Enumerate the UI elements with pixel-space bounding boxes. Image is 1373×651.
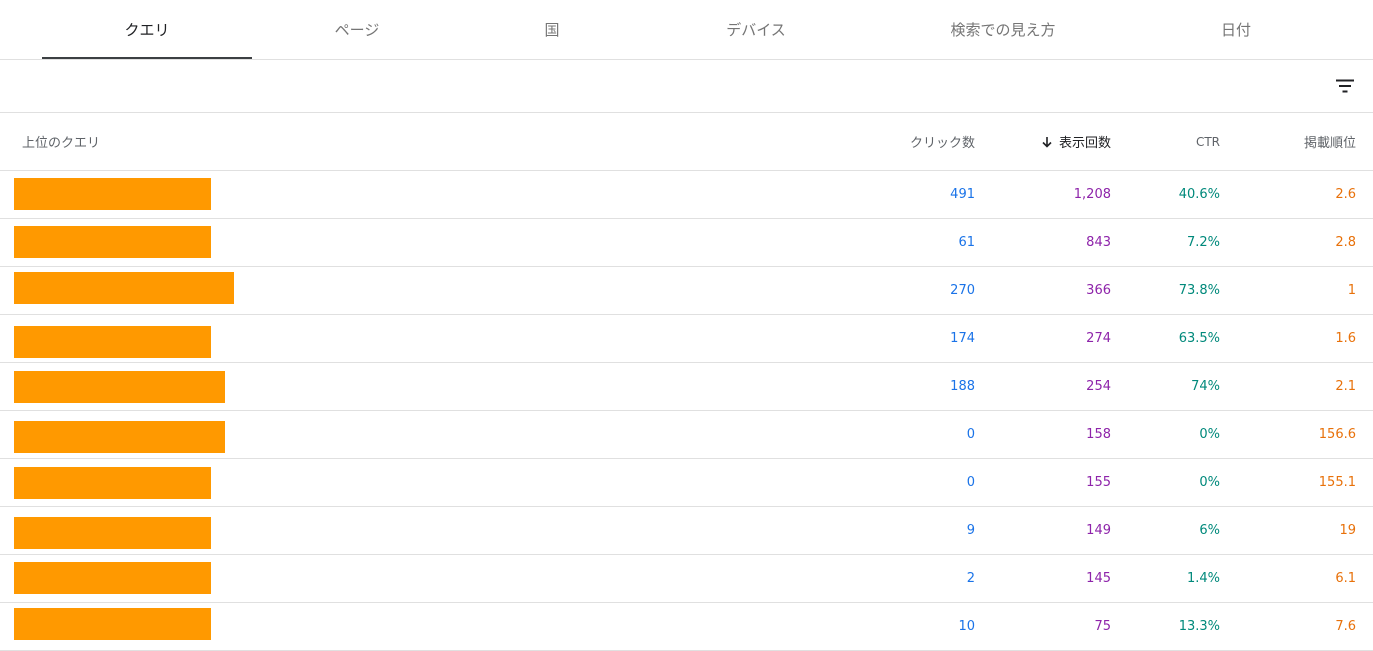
ctr-cell: 0% xyxy=(1199,427,1220,442)
ctr-cell: 0% xyxy=(1199,475,1220,490)
clicks-cell: 270 xyxy=(950,283,975,298)
position-cell: 2.1 xyxy=(1335,379,1356,394)
position-cell: 1.6 xyxy=(1335,331,1356,346)
table-row[interactable]: 270 366 73.8% 1 xyxy=(0,267,1373,315)
header-impressions[interactable]: 表示回数 xyxy=(990,113,1111,170)
position-cell: 1 xyxy=(1347,283,1356,298)
redacted-query-text xyxy=(14,371,225,403)
impressions-cell: 149 xyxy=(1086,523,1111,538)
position-cell: 2.6 xyxy=(1335,187,1356,202)
tab-date[interactable]: 日付 xyxy=(1131,0,1341,59)
ctr-cell: 40.6% xyxy=(1178,187,1220,202)
redacted-query-text xyxy=(14,272,234,304)
impressions-cell: 843 xyxy=(1086,235,1111,250)
filter-button[interactable] xyxy=(1329,70,1361,102)
ctr-cell: 74% xyxy=(1191,379,1220,394)
ctr-cell: 6% xyxy=(1199,523,1220,538)
table-toolbar xyxy=(0,60,1373,113)
header-clicks[interactable]: クリック数 xyxy=(870,113,975,170)
position-cell: 2.8 xyxy=(1335,235,1356,250)
tab-country[interactable]: 国 xyxy=(447,0,657,59)
impressions-cell: 158 xyxy=(1086,427,1111,442)
tab-query[interactable]: クエリ xyxy=(42,0,252,59)
position-cell: 7.6 xyxy=(1335,619,1356,634)
redacted-query-text xyxy=(14,562,211,594)
header-query[interactable]: 上位のクエリ xyxy=(22,113,322,170)
table-row[interactable]: 0 158 0% 156.6 xyxy=(0,411,1373,459)
ctr-cell: 1.4% xyxy=(1186,571,1220,586)
clicks-cell: 0 xyxy=(966,475,975,490)
table-row[interactable]: 9 149 6% 19 xyxy=(0,507,1373,555)
table-row[interactable]: 61 843 7.2% 2.8 xyxy=(0,219,1373,267)
impressions-cell: 366 xyxy=(1086,283,1111,298)
dimension-tabs: クエリ ページ 国 デバイス 検索での見え方 日付 xyxy=(0,0,1373,60)
impressions-cell: 145 xyxy=(1086,571,1111,586)
clicks-cell: 0 xyxy=(966,427,975,442)
impressions-cell: 274 xyxy=(1086,331,1111,346)
tab-page[interactable]: ページ xyxy=(252,0,462,59)
clicks-cell: 9 xyxy=(966,523,975,538)
table-row[interactable]: 2 145 1.4% 6.1 xyxy=(0,555,1373,603)
table-header: 上位のクエリ クリック数 表示回数 CTR 掲載順位 xyxy=(0,113,1373,171)
position-cell: 155.1 xyxy=(1318,475,1356,490)
position-cell: 6.1 xyxy=(1335,571,1356,586)
redacted-query-text xyxy=(14,467,211,499)
header-ctr[interactable]: CTR xyxy=(1120,113,1220,170)
clicks-cell: 2 xyxy=(966,571,975,586)
clicks-cell: 61 xyxy=(958,235,975,250)
redacted-query-text xyxy=(14,226,211,258)
ctr-cell: 73.8% xyxy=(1178,283,1220,298)
clicks-cell: 188 xyxy=(950,379,975,394)
redacted-query-text xyxy=(14,517,211,549)
table-row[interactable]: 10 75 13.3% 7.6 xyxy=(0,603,1373,651)
query-table-body: 491 1,208 40.6% 2.6 61 843 7.2% 2.8 270 366 73.8% 1… xyxy=(0,171,1373,651)
clicks-cell: 491 xyxy=(950,187,975,202)
position-cell: 156.6 xyxy=(1318,427,1356,442)
impressions-cell: 254 xyxy=(1086,379,1111,394)
ctr-cell: 7.2% xyxy=(1186,235,1220,250)
ctr-cell: 13.3% xyxy=(1178,619,1220,634)
table-row[interactable]: 0 155 0% 155.1 xyxy=(0,459,1373,507)
filter-list-icon xyxy=(1336,79,1354,93)
clicks-cell: 10 xyxy=(958,619,975,634)
impressions-cell: 1,208 xyxy=(1073,187,1111,202)
redacted-query-text xyxy=(14,421,225,453)
tab-search-appearance[interactable]: 検索での見え方 xyxy=(898,0,1108,59)
redacted-query-text xyxy=(14,608,211,640)
active-tab-indicator xyxy=(42,57,252,59)
header-impressions-label: 表示回数 xyxy=(1058,136,1111,151)
ctr-cell: 63.5% xyxy=(1178,331,1220,346)
table-row[interactable]: 188 254 74% 2.1 xyxy=(0,363,1373,411)
header-position[interactable]: 掲載順位 xyxy=(1240,113,1356,170)
table-row[interactable]: 174 274 63.5% 1.6 xyxy=(0,315,1373,363)
arrow-down-icon xyxy=(1041,136,1053,148)
clicks-cell: 174 xyxy=(950,331,975,346)
impressions-cell: 75 xyxy=(1094,619,1111,634)
redacted-query-text xyxy=(14,326,211,358)
tab-device[interactable]: デバイス xyxy=(651,0,861,59)
table-row[interactable]: 491 1,208 40.6% 2.6 xyxy=(0,171,1373,219)
impressions-cell: 155 xyxy=(1086,475,1111,490)
redacted-query-text xyxy=(14,178,211,210)
position-cell: 19 xyxy=(1339,523,1356,538)
